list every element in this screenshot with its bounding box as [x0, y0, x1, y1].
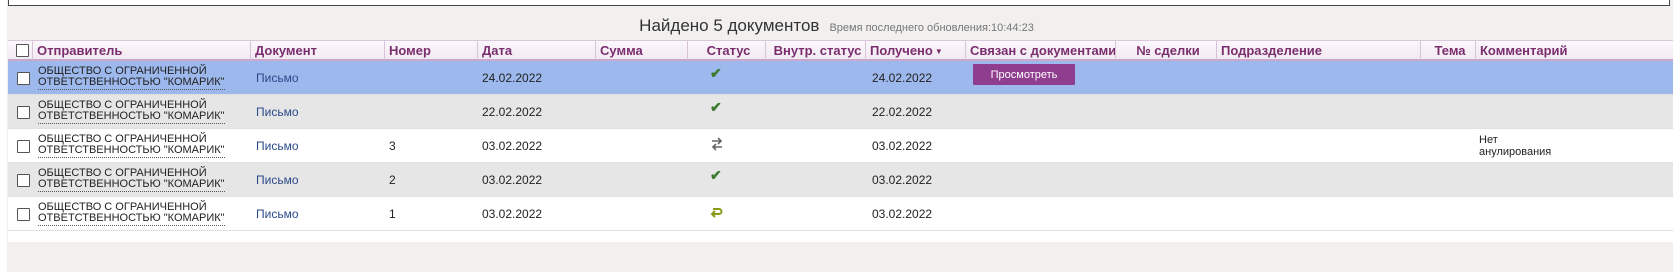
sort-desc-icon: ▼: [934, 47, 943, 57]
column-deal-number[interactable]: № сделки: [1115, 41, 1216, 60]
column-deal-label: № сделки: [1136, 43, 1200, 58]
sender-name[interactable]: ОБЩЕСТВО С ОГРАНИЧЕННОЙ ОТВЕТСТВЕННОСТЬЮ…: [38, 66, 225, 90]
column-status[interactable]: Статус: [687, 41, 765, 60]
document-link[interactable]: Письмо: [256, 173, 299, 187]
date-cell: 03.02.2022: [482, 207, 543, 221]
received-cell: 03.02.2022: [872, 173, 933, 187]
column-internal-status-label: Внутр. статус: [773, 43, 862, 58]
sender-name[interactable]: ОБЩЕСТВО С ОГРАНИЧЕННОЙ ОТВЕТСТВЕННОСТЬЮ…: [38, 202, 225, 226]
sender-line-2: ОТВЕТСТВЕННОСТЬЮ "КОМАРИК": [38, 144, 225, 156]
return-arrow-icon: [709, 205, 723, 222]
table-row[interactable]: ОБЩЕСТВО С ОГРАНИЧЕННОЙ ОТВЕТСТВЕННОСТЬЮ…: [8, 129, 1673, 163]
row-checkbox[interactable]: [17, 208, 30, 221]
row-checkbox[interactable]: [17, 72, 30, 85]
column-sum[interactable]: Сумма: [595, 41, 687, 60]
column-sender[interactable]: Отправитель: [32, 41, 250, 60]
table-row[interactable]: ОБЩЕСТВО С ОГРАНИЧЕННОЙ ОТВЕТСТВЕННОСТЬЮ…: [8, 197, 1673, 231]
row-checkbox[interactable]: [17, 106, 30, 119]
received-cell: 24.02.2022: [872, 71, 933, 85]
last-update-time: Время последнего обновления:10:44:23: [829, 22, 1034, 34]
number-cell: 2: [389, 173, 396, 187]
check-icon: ✔: [710, 167, 722, 183]
column-linked-docs[interactable]: Связан с документами: [965, 41, 1117, 60]
column-number-label: Номер: [389, 43, 431, 58]
result-count-title: Найдено 5 документов: [639, 16, 820, 35]
column-department-label: Подразделение: [1221, 43, 1323, 58]
top-panel-frame: [8, 0, 1670, 6]
sender-line-2: ОТВЕТСТВЕННОСТЬЮ "КОМАРИК": [38, 110, 225, 122]
sender-line-2: ОТВЕТСТВЕННОСТЬЮ "КОМАРИК": [38, 178, 225, 190]
sender-name[interactable]: ОБЩЕСТВО С ОГРАНИЧЕННОЙ ОТВЕТСТВЕННОСТЬЮ…: [38, 100, 225, 124]
column-comment-label: Комментарий: [1480, 43, 1568, 58]
column-status-label: Статус: [706, 43, 751, 58]
column-linked-label: Связан с документами: [970, 43, 1117, 58]
table-row[interactable]: ОБЩЕСТВО С ОГРАНИЧЕННОЙ ОТВЕТСТВЕННОСТЬЮ…: [8, 61, 1673, 95]
date-cell: 03.02.2022: [482, 139, 543, 153]
number-cell: 3: [389, 139, 396, 153]
documents-table: Отправитель Документ Номер Дата Сумма Ст…: [8, 40, 1673, 242]
row-checkbox[interactable]: [17, 140, 30, 153]
date-cell: 22.02.2022: [482, 105, 543, 119]
column-date[interactable]: Дата: [477, 41, 595, 60]
document-link[interactable]: Письмо: [256, 105, 299, 119]
column-document-label: Документ: [255, 43, 317, 58]
table-header: Отправитель Документ Номер Дата Сумма Ст…: [8, 40, 1673, 61]
table-row[interactable]: ОБЩЕСТВО С ОГРАНИЧЕННОЙ ОТВЕТСТВЕННОСТЬЮ…: [8, 95, 1673, 129]
result-header: Найдено 5 документов Время последнего об…: [0, 16, 1673, 38]
sender-line-2: ОТВЕТСТВЕННОСТЬЮ "КОМАРИК": [38, 76, 225, 88]
column-number[interactable]: Номер: [384, 41, 477, 60]
column-sum-label: Сумма: [600, 43, 643, 58]
received-cell: 03.02.2022: [872, 139, 933, 153]
date-cell: 03.02.2022: [482, 173, 543, 187]
column-topic-label: Тема: [1434, 43, 1466, 58]
document-link[interactable]: Письмо: [256, 71, 299, 85]
table-footer: [8, 242, 1673, 272]
column-comment[interactable]: Комментарий: [1475, 41, 1673, 60]
check-icon: ✔: [710, 65, 722, 81]
sender-line-2: ОТВЕТСТВЕННОСТЬЮ "КОМАРИК": [38, 212, 225, 224]
column-received[interactable]: Получено ▼: [865, 41, 965, 60]
comment-cell: Нет анулирования: [1479, 134, 1552, 158]
table-row[interactable]: ОБЩЕСТВО С ОГРАНИЧЕННОЙ ОТВЕТСТВЕННОСТЬЮ…: [8, 163, 1673, 197]
number-cell: 1: [389, 207, 396, 221]
date-cell: 24.02.2022: [482, 71, 543, 85]
sender-name[interactable]: ОБЩЕСТВО С ОГРАНИЧЕННОЙ ОТВЕТСТВЕННОСТЬЮ…: [38, 134, 225, 158]
column-document[interactable]: Документ: [250, 41, 384, 60]
received-cell: 22.02.2022: [872, 105, 933, 119]
check-icon: ✔: [710, 99, 722, 115]
row-checkbox[interactable]: [17, 174, 30, 187]
column-received-label: Получено: [870, 43, 933, 58]
column-sender-label: Отправитель: [37, 43, 123, 58]
document-link[interactable]: Письмо: [256, 207, 299, 221]
select-all-checkbox[interactable]: [16, 44, 29, 57]
sender-name[interactable]: ОБЩЕСТВО С ОГРАНИЧЕННОЙ ОТВЕТСТВЕННОСТЬЮ…: [38, 168, 225, 192]
column-internal-status[interactable]: Внутр. статус: [765, 41, 865, 60]
left-strip: [0, 0, 7, 272]
view-linked-button[interactable]: Просмотреть: [973, 64, 1075, 85]
document-link[interactable]: Письмо: [256, 139, 299, 153]
column-date-label: Дата: [482, 43, 513, 58]
exchange-icon: [710, 137, 724, 154]
received-cell: 03.02.2022: [872, 207, 933, 221]
column-topic[interactable]: Тема: [1420, 41, 1475, 60]
column-department[interactable]: Подразделение: [1216, 41, 1420, 60]
